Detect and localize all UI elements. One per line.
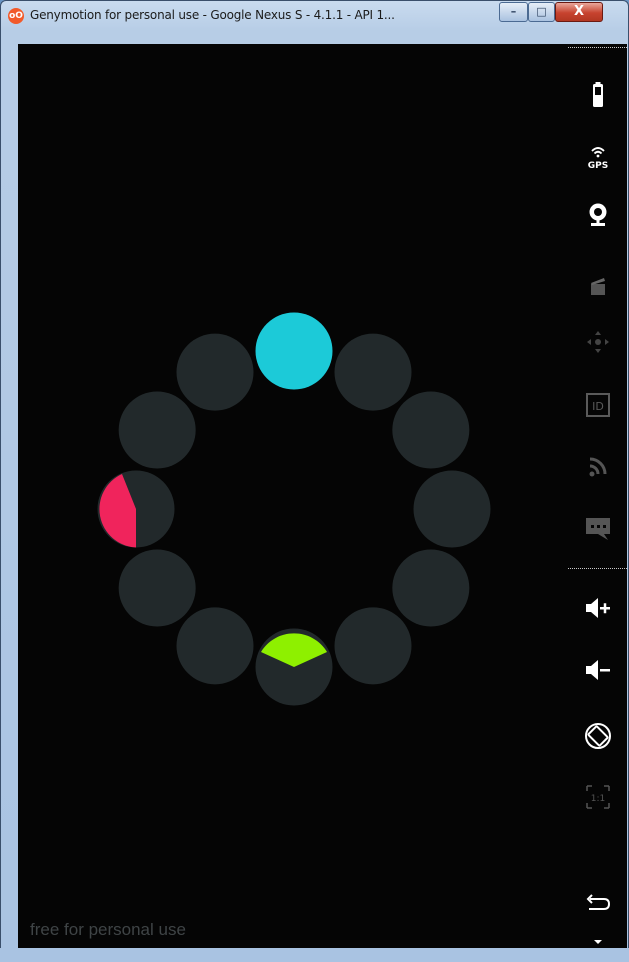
sidebar-divider xyxy=(568,568,627,569)
pixel-perfect-icon: 1:1 xyxy=(586,785,610,809)
volume-down-icon xyxy=(586,660,610,680)
gps-icon: GPS xyxy=(588,147,608,171)
gps-label: GPS xyxy=(588,161,608,171)
gps-tool[interactable]: GPS xyxy=(582,140,614,172)
rotate-icon xyxy=(585,723,611,749)
loading-spinner xyxy=(97,312,491,706)
network-tool[interactable] xyxy=(582,450,614,482)
dpad-tool[interactable] xyxy=(582,326,614,358)
camera-tool[interactable] xyxy=(582,199,614,231)
spinner-dot xyxy=(413,470,491,548)
device-id-icon: ID xyxy=(586,393,610,417)
pixel-perfect-label: 1:1 xyxy=(591,794,605,804)
spinner-dot xyxy=(118,549,196,627)
sms-icon xyxy=(586,518,610,540)
back-tool[interactable] xyxy=(582,888,614,920)
device-screen[interactable]: free for personal use xyxy=(18,44,568,948)
tool-sidebar: GPS ID 1:1 xyxy=(568,44,627,948)
device-id-tool[interactable]: ID xyxy=(582,389,614,421)
genymotion-logo-icon: oO xyxy=(8,8,24,24)
title-bar[interactable]: oO Genymotion for personal use - Google … xyxy=(1,1,628,31)
camera-icon xyxy=(589,203,607,226)
clapperboard-icon xyxy=(591,278,605,295)
spinner-dot xyxy=(334,333,412,411)
volume-up-tool[interactable] xyxy=(582,592,614,624)
scroll-down-tool[interactable] xyxy=(582,924,614,948)
watermark-text: free for personal use xyxy=(30,920,186,939)
pixel-perfect-tool[interactable]: 1:1 xyxy=(582,781,614,813)
back-icon xyxy=(586,894,611,910)
spinner-dot xyxy=(255,312,333,390)
triangle-down-icon xyxy=(594,940,602,944)
volume-up-icon xyxy=(586,598,610,618)
device-id-label: ID xyxy=(592,400,604,413)
volume-down-tool[interactable] xyxy=(582,654,614,686)
close-button[interactable]: X xyxy=(555,2,603,22)
spinner-dot xyxy=(392,391,470,469)
window-bottom-border xyxy=(0,948,629,962)
capture-tool[interactable] xyxy=(582,270,614,302)
spinner-dot xyxy=(392,549,470,627)
spinner-dot xyxy=(176,607,254,685)
maximize-button[interactable]: □ xyxy=(528,2,555,22)
spinner-dot xyxy=(97,470,175,548)
spinner-dot xyxy=(255,628,333,706)
spinner-dot xyxy=(118,391,196,469)
network-icon xyxy=(589,457,607,477)
battery-icon xyxy=(593,82,603,107)
sms-tool[interactable] xyxy=(582,512,614,544)
rotate-tool[interactable] xyxy=(582,720,614,752)
sidebar-divider xyxy=(568,47,627,48)
spinner-dot xyxy=(176,333,254,411)
spinner-dot xyxy=(334,607,412,685)
dpad-icon xyxy=(587,331,609,353)
minimize-button[interactable]: – xyxy=(499,2,528,22)
battery-tool[interactable] xyxy=(582,79,614,111)
window-title: Genymotion for personal use - Google Nex… xyxy=(30,8,395,22)
